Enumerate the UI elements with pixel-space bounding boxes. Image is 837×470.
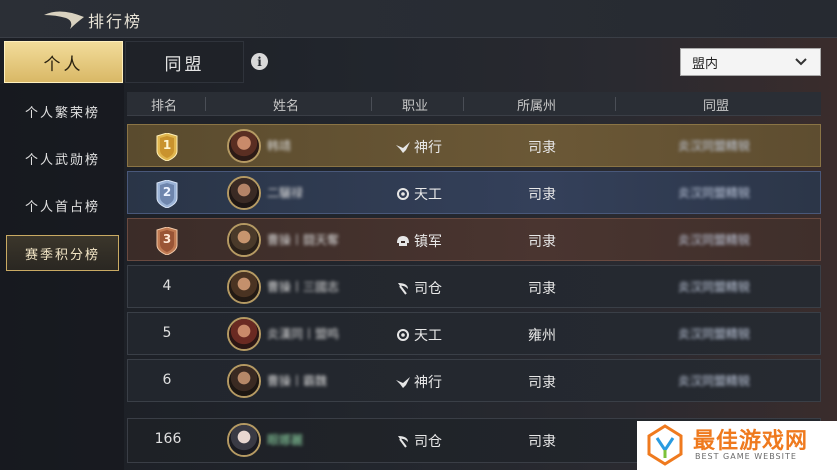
tab-personal[interactable]: 个人 [4, 41, 123, 83]
scope-selected-label: 盟内 [692, 56, 719, 72]
sidebar-item-prosperity[interactable]: 个人繁荣榜 [6, 93, 119, 129]
avatar[interactable] [227, 270, 261, 304]
table-row[interactable]: 3 曹操丨闘天奪 镇军 司隶 炎汉同盟精锐 [127, 218, 821, 261]
wing-icon [396, 142, 410, 153]
sickle-icon [398, 436, 408, 448]
sidebar-item-first-capture[interactable]: 个人首占榜 [6, 187, 119, 223]
header-rank: 排名 [151, 99, 178, 114]
state: 司隶 [528, 140, 556, 156]
wing-icon [396, 377, 410, 388]
player-name[interactable]: 二驪禄 [267, 184, 303, 201]
self-avatar[interactable] [227, 423, 261, 457]
alliance-name[interactable]: 炎汉同盟精锐 [678, 278, 750, 295]
sidebar-item-merit[interactable]: 个人武勋榜 [6, 140, 119, 176]
table-row[interactable]: 6 曹操丨霸魏 神行 司隶 炎汉同盟精锐 [127, 359, 821, 402]
player-name[interactable]: 韩靖 [267, 137, 291, 154]
avatar[interactable] [227, 176, 261, 210]
tab-alliance[interactable]: 同盟 [125, 41, 244, 83]
header-divider [615, 97, 616, 111]
self-state: 司隶 [528, 434, 556, 450]
rank-number: 5 [162, 325, 172, 341]
avatar[interactable] [227, 317, 261, 351]
self-rank-number: 166 [154, 431, 182, 447]
state: 司隶 [528, 234, 556, 250]
profession: 天工 [414, 187, 442, 203]
profession: 神行 [414, 375, 442, 391]
table-row[interactable]: 2 二驪禄 天工 司隶 炎汉同盟精锐 [127, 171, 821, 214]
table-header: 排名 姓名 职业 所属州 同盟 [127, 92, 821, 116]
page-title: 排行榜 [88, 12, 143, 31]
alliance-name[interactable]: 炎汉同盟精锐 [678, 231, 750, 248]
alliance-name[interactable]: 炎汉同盟精锐 [678, 184, 750, 201]
sickle-icon [398, 283, 408, 295]
table-row[interactable]: 5 炎漢同丨盟鸣 天工 雍州 炎汉同盟精锐 [127, 312, 821, 355]
player-name[interactable]: 炎漢同丨盟鸣 [267, 325, 339, 342]
header-name: 姓名 [273, 99, 300, 114]
state: 司隶 [528, 187, 556, 203]
watermark-subtext: BEST GAME WEBSITE [695, 452, 797, 461]
profession: 天工 [414, 328, 442, 344]
top-bar: 排行榜 [0, 0, 837, 38]
alliance-name[interactable]: 炎汉同盟精锐 [678, 372, 750, 389]
rank-number: 3 [162, 232, 172, 246]
rank-number: 2 [162, 185, 172, 199]
site-logo-icon [647, 424, 683, 466]
rank-number: 4 [162, 278, 172, 294]
rank-number: 6 [162, 372, 172, 388]
profession: 神行 [414, 140, 442, 156]
site-watermark: 最佳游戏网 BEST GAME WEBSITE [637, 421, 837, 470]
state: 司隶 [528, 375, 556, 391]
avatar[interactable] [227, 364, 261, 398]
self-player-name[interactable]: 眼娜麗 [267, 431, 303, 448]
header-divider [205, 97, 206, 111]
helmet-icon [397, 236, 409, 246]
watermark-text: 最佳游戏网 [693, 429, 809, 454]
state: 司隶 [528, 281, 556, 297]
alliance-name[interactable]: 炎汉同盟精锐 [678, 325, 750, 342]
rank-number: 1 [162, 138, 172, 152]
gear-icon [397, 188, 409, 200]
profession: 司仓 [414, 281, 442, 297]
scope-dropdown[interactable]: 盟内 [680, 48, 821, 76]
alliance-name[interactable]: 炎汉同盟精锐 [678, 137, 750, 154]
sidebar: 个人繁荣榜 个人武勋榜 个人首占榜 赛季积分榜 [0, 84, 124, 470]
avatar[interactable] [227, 223, 261, 257]
header-profession: 职业 [402, 99, 429, 114]
state: 雍州 [528, 328, 556, 344]
table-row[interactable]: 4 曹操丨三國志 司仓 司隶 炎汉同盟精锐 [127, 265, 821, 308]
back-logo-icon[interactable] [40, 9, 90, 31]
chevron-down-icon [795, 58, 807, 66]
header-alliance: 同盟 [703, 99, 730, 114]
avatar[interactable] [227, 129, 261, 163]
self-profession: 司仓 [414, 434, 442, 450]
profession: 镇军 [414, 234, 442, 250]
gear-icon [397, 329, 409, 341]
header-divider [463, 97, 464, 111]
player-name[interactable]: 曹操丨三國志 [267, 278, 339, 295]
player-name[interactable]: 曹操丨霸魏 [267, 372, 327, 389]
info-icon[interactable]: i [251, 53, 268, 70]
header-divider [371, 97, 372, 111]
header-state: 所属州 [517, 99, 557, 114]
table-row[interactable]: 1 韩靖 神行 司隶 炎汉同盟精锐 [127, 124, 821, 167]
player-name[interactable]: 曹操丨闘天奪 [267, 231, 339, 248]
sidebar-item-season-points[interactable]: 赛季积分榜 [6, 235, 119, 271]
